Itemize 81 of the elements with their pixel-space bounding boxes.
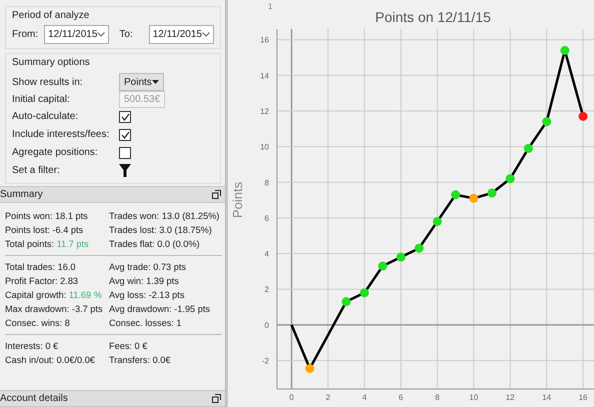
data-point <box>506 174 515 184</box>
data-point <box>396 252 406 262</box>
stat-text: Consec. losses: 1 <box>109 317 182 330</box>
tick-label: 10 <box>260 142 269 152</box>
stat-text: Avg drawdown: -1.95 pts <box>109 303 210 316</box>
option-label: Set a filter: <box>12 165 61 176</box>
tick-label: 6 <box>398 393 404 402</box>
group-title: Period of analyze <box>12 10 90 21</box>
tick-label: 0 <box>264 320 269 330</box>
stat-text: Total trades: 16.0 <box>5 261 76 274</box>
data-point <box>578 112 588 121</box>
data-point <box>524 144 533 153</box>
tick-label: 12 <box>260 106 269 116</box>
from-label: From: <box>12 29 38 40</box>
panel-title: Account details <box>0 393 68 404</box>
data-point <box>560 46 570 55</box>
stat-text: Fees: 0 € <box>109 340 148 353</box>
dropdown-icon <box>152 80 159 84</box>
data-point <box>378 262 388 271</box>
tick-label: 10 <box>469 393 478 402</box>
stat-text: Total points: 11.7 pts <box>5 238 89 251</box>
data-point <box>305 364 314 373</box>
tick-label: 14 <box>260 71 269 80</box>
stat-text: Avg win: 1.39 pts <box>109 275 179 288</box>
data-point <box>469 194 478 203</box>
option-label: Initial capital: <box>12 94 71 105</box>
chart-title: Points on 12/11/15 <box>375 9 491 25</box>
checkbox[interactable] <box>119 128 131 140</box>
axis-label: Points <box>230 182 245 218</box>
ruler-label: 1 <box>268 2 272 11</box>
stat-text: Trades won: 13.0 (81.25%) <box>109 210 220 223</box>
data-point <box>432 216 442 226</box>
stat-text: Points won: 18.1 pts <box>5 210 88 223</box>
option-label: Agregate positions: <box>12 147 99 158</box>
tick-label: 14 <box>542 393 552 402</box>
data-point <box>414 244 424 253</box>
stat-text: Capital growth: 11.69 % <box>5 289 102 302</box>
data-point <box>542 117 552 126</box>
stat-text: Avg trade: 0.73 pts <box>109 261 186 274</box>
checkbox[interactable] <box>119 110 131 122</box>
group-title: Summary options <box>12 57 91 68</box>
tick-label: 8 <box>264 178 269 188</box>
tick-label: 16 <box>260 36 269 45</box>
data-point <box>342 297 351 306</box>
option-label: Include interests/fees: <box>12 129 110 140</box>
stat-text: Trades lost: 3.0 (18.75%) <box>109 224 212 237</box>
undock-icon[interactable] <box>212 190 221 199</box>
caret-icon <box>97 32 106 37</box>
tick-label: 2 <box>326 393 330 402</box>
checkbox[interactable] <box>119 146 131 158</box>
date-picker[interactable]: 12/11/2015 <box>44 25 110 44</box>
stat-text: Cash in/out: 0.0€/0.0€ <box>5 354 95 367</box>
filter-icon[interactable] <box>119 164 131 177</box>
undock-icon[interactable] <box>212 394 221 403</box>
tick-label: 4 <box>264 250 269 259</box>
stat-text: Profit Factor: 2.83 <box>5 275 78 288</box>
stat-text: Avg loss: -2.13 pts <box>109 289 184 302</box>
tick-label: 2 <box>264 285 269 294</box>
data-point <box>487 188 496 198</box>
option-label: Auto-calculate: <box>12 111 80 122</box>
data-point <box>451 190 460 200</box>
date-picker[interactable]: 12/11/2015 <box>148 25 214 44</box>
tick-label: 0 <box>289 393 294 402</box>
stat-text: Interests: 0 € <box>5 340 58 353</box>
tick-label: 8 <box>435 393 440 402</box>
results-select[interactable]: Points <box>119 73 164 91</box>
data-point <box>360 288 369 298</box>
tick-label: 12 <box>506 393 515 402</box>
stat-text: Points lost: -6.4 pts <box>5 224 84 237</box>
stat-text: Max drawdown: -3.7 pts <box>5 303 103 316</box>
tick-label: 4 <box>362 393 367 402</box>
stat-text: Transfers: 0.0€ <box>109 354 170 367</box>
tick-label: -2 <box>262 356 269 366</box>
to-label: To: <box>119 29 134 40</box>
tick-label: 6 <box>264 214 269 223</box>
stat-text: Consec. wins: 8 <box>5 317 70 330</box>
tick-label: 16 <box>578 393 588 402</box>
stat-text: Trades flat: 0.0 (0.0%) <box>109 238 200 251</box>
caret-icon <box>202 32 210 37</box>
option-label: Show results in: <box>12 76 84 88</box>
panel-title: Summary <box>0 189 43 200</box>
